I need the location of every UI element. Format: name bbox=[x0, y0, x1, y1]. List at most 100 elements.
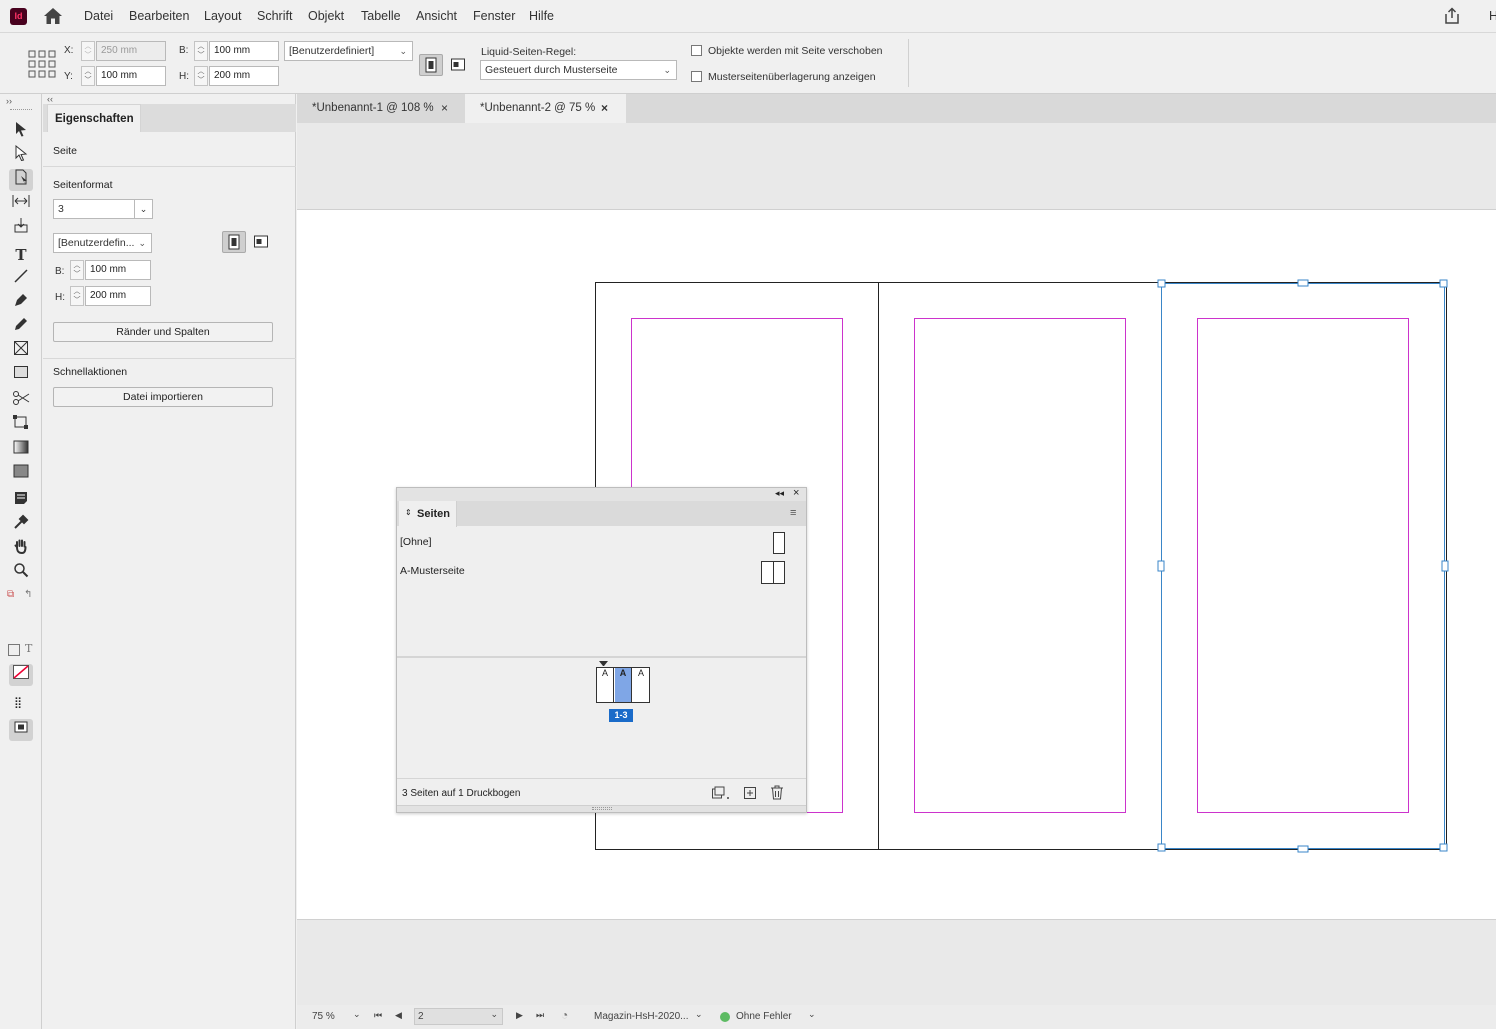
portrait-orientation-button[interactable] bbox=[222, 231, 246, 253]
spread-number-badge[interactable]: 1-3 bbox=[609, 709, 633, 722]
height-stepper[interactable]: ︿ ﹀ bbox=[194, 66, 208, 86]
menu-tabelle[interactable]: Tabelle bbox=[361, 9, 401, 23]
rectangle-frame-tool-icon[interactable] bbox=[9, 340, 33, 362]
format-text-icon[interactable]: T bbox=[25, 642, 32, 655]
zoom-level[interactable]: 75 % bbox=[312, 1011, 335, 1022]
panel-menu-icon[interactable]: ≡ bbox=[790, 507, 796, 519]
panel-splitter[interactable] bbox=[397, 656, 806, 658]
preflight-profile-icon[interactable]: ◔ bbox=[561, 1008, 568, 1022]
page-thumbnail-2[interactable]: A bbox=[615, 668, 632, 702]
menu-overflow[interactable]: H bbox=[1489, 9, 1496, 23]
line-tool-icon[interactable] bbox=[9, 268, 33, 290]
margins-columns-button[interactable]: Ränder und Spalten bbox=[53, 322, 273, 342]
last-page-icon[interactable]: ⏭ bbox=[536, 1010, 544, 1021]
collapse-icon[interactable]: ‹‹ bbox=[47, 94, 53, 104]
page-preset-dropdown[interactable]: [Benutzerdefiniert] ⌄ bbox=[284, 41, 413, 61]
tab-seiten[interactable]: ⇕ Seiten bbox=[399, 501, 457, 527]
menu-hilfe[interactable]: Hilfe bbox=[529, 9, 554, 23]
menu-schrift[interactable]: Schrift bbox=[257, 9, 292, 23]
panel-resize-handle[interactable] bbox=[397, 805, 806, 812]
y-field[interactable]: 100 mm bbox=[96, 66, 166, 86]
landscape-orientation-icon[interactable] bbox=[450, 56, 466, 74]
fill-stroke-icon[interactable] bbox=[9, 664, 33, 686]
menu-fenster[interactable]: Fenster bbox=[473, 9, 515, 23]
format-container-icon[interactable] bbox=[8, 644, 20, 656]
free-transform-tool-icon[interactable] bbox=[9, 414, 33, 436]
master-none-label[interactable]: [Ohne] bbox=[400, 536, 432, 548]
import-file-button[interactable]: Datei importieren bbox=[53, 387, 273, 407]
landscape-orientation-icon[interactable] bbox=[253, 233, 269, 251]
height-field[interactable]: 200 mm bbox=[209, 66, 279, 86]
rectangle-tool-icon[interactable] bbox=[9, 364, 33, 386]
menu-ansicht[interactable]: Ansicht bbox=[416, 9, 457, 23]
scissors-tool-icon[interactable] bbox=[9, 390, 33, 412]
height-field[interactable]: 200 mm bbox=[85, 286, 151, 306]
close-icon[interactable]: × bbox=[793, 487, 799, 499]
type-tool-icon[interactable]: T bbox=[9, 244, 33, 266]
eyedropper-tool-icon[interactable] bbox=[9, 514, 33, 536]
page-tool-icon[interactable] bbox=[9, 169, 33, 191]
grip-handle[interactable] bbox=[10, 109, 32, 111]
preflight-status[interactable]: Ohne Fehler bbox=[736, 1011, 792, 1022]
width-stepper[interactable]: ︿ ﹀ bbox=[70, 260, 84, 280]
zoom-tool-icon[interactable] bbox=[9, 562, 33, 584]
first-page-icon[interactable]: ⏮ bbox=[374, 1010, 382, 1021]
close-icon[interactable]: × bbox=[441, 94, 448, 123]
width-field[interactable]: 100 mm bbox=[85, 260, 151, 280]
page-number-field[interactable]: 2 ⌄ bbox=[414, 1008, 503, 1025]
previous-page-icon[interactable]: ◀ bbox=[395, 1010, 402, 1021]
selection-tool-icon[interactable] bbox=[9, 121, 33, 143]
tab-eigenschaften[interactable]: Eigenschaften bbox=[47, 104, 141, 132]
tab-unbenannt-2[interactable]: *Unbenannt-2 @ 75 % × bbox=[465, 94, 626, 123]
direct-selection-tool-icon[interactable] bbox=[9, 144, 33, 167]
master-none-thumbnail[interactable] bbox=[773, 532, 785, 554]
page-selector-dropdown[interactable]: ⌄ bbox=[134, 199, 153, 219]
x-stepper[interactable]: ︿ ﹀ bbox=[81, 41, 95, 61]
width-field[interactable]: 100 mm bbox=[209, 41, 279, 61]
master-a-label[interactable]: A-Musterseite bbox=[400, 565, 465, 577]
menu-objekt[interactable]: Objekt bbox=[308, 9, 344, 23]
menu-layout[interactable]: Layout bbox=[204, 9, 242, 23]
collapse-panel-icon[interactable]: ◂◂ bbox=[775, 488, 784, 499]
chevron-down-icon[interactable]: ⌄ bbox=[695, 1009, 703, 1020]
pen-tool-icon[interactable] bbox=[9, 292, 33, 314]
gap-tool-icon[interactable] bbox=[9, 193, 33, 215]
content-collector-tool-icon[interactable] bbox=[9, 217, 33, 239]
close-icon[interactable]: × bbox=[601, 94, 608, 123]
gradient-feather-tool-icon[interactable] bbox=[9, 463, 33, 485]
master-overlay-checkbox[interactable] bbox=[691, 71, 702, 82]
edit-page-size-icon[interactable] bbox=[711, 786, 731, 800]
hand-tool-icon[interactable] bbox=[9, 538, 33, 560]
screen-mode-icon[interactable] bbox=[9, 719, 33, 741]
home-icon[interactable] bbox=[43, 7, 63, 25]
next-page-icon[interactable]: ▶ bbox=[516, 1010, 523, 1021]
chevron-down-icon[interactable]: ⌄ bbox=[353, 1009, 361, 1020]
share-icon[interactable] bbox=[1443, 7, 1461, 25]
liquid-rule-dropdown[interactable]: Gesteuert durch Musterseite ⌄ bbox=[480, 60, 677, 80]
new-page-icon[interactable] bbox=[743, 786, 757, 800]
tab-unbenannt-1[interactable]: *Unbenannt-1 @ 108 % × bbox=[297, 94, 464, 123]
reference-point-icon[interactable] bbox=[28, 50, 56, 78]
expand-icon[interactable]: ›› bbox=[6, 96, 12, 106]
y-stepper[interactable]: ︿ ﹀ bbox=[81, 66, 95, 86]
note-tool-icon[interactable] bbox=[9, 490, 33, 512]
pencil-tool-icon[interactable] bbox=[9, 316, 33, 338]
panel-title-bar[interactable] bbox=[397, 488, 806, 501]
chevron-down-icon[interactable]: ⌄ bbox=[808, 1009, 816, 1020]
width-stepper[interactable]: ︿ ﹀ bbox=[194, 41, 208, 61]
master-a-thumbnail[interactable] bbox=[761, 561, 785, 584]
page-thumbnail-1[interactable]: A bbox=[597, 668, 614, 702]
document-profile[interactable]: Magazin-HsH-2020... bbox=[594, 1011, 688, 1022]
delete-page-icon[interactable] bbox=[770, 785, 784, 800]
portrait-orientation-button[interactable] bbox=[419, 54, 443, 76]
apply-none-icon[interactable]: ⣿ bbox=[14, 696, 22, 709]
menu-bearbeiten[interactable]: Bearbeiten bbox=[129, 9, 189, 23]
gradient-swatch-tool-icon[interactable] bbox=[9, 439, 33, 461]
height-stepper[interactable]: ︿ ﹀ bbox=[70, 286, 84, 306]
x-field[interactable]: 250 mm bbox=[96, 41, 166, 61]
menu-datei[interactable]: Datei bbox=[84, 9, 113, 23]
page-thumbnail-3[interactable]: A bbox=[633, 668, 649, 702]
default-colors-icon[interactable]: ⧉ bbox=[7, 589, 14, 600]
spread-thumbnail[interactable]: A A A bbox=[596, 667, 650, 703]
swap-colors-icon[interactable]: ↰ bbox=[24, 589, 32, 600]
